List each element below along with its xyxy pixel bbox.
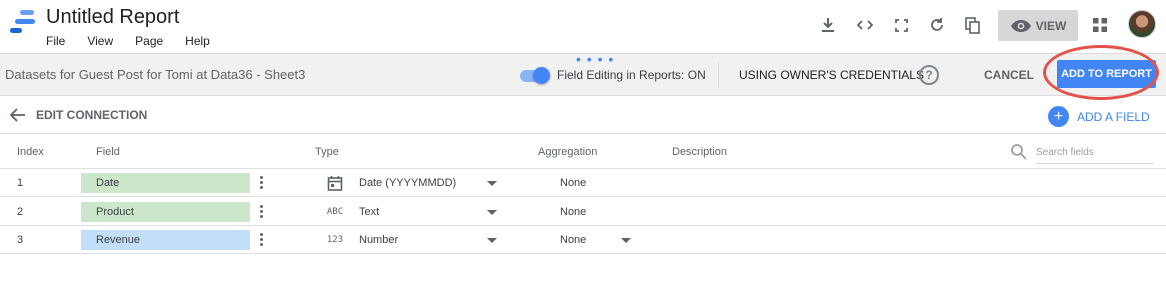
number-type-icon: 123 — [326, 235, 344, 245]
column-header-index: Index — [17, 146, 44, 158]
dropdown-caret-icon — [621, 238, 631, 243]
download-icon[interactable] — [816, 14, 840, 36]
type-select[interactable]: Number — [359, 234, 497, 246]
copy-icon[interactable] — [960, 14, 984, 36]
add-to-report-button[interactable]: ADD TO REPORT — [1057, 60, 1156, 88]
drag-handle-icon[interactable]: • • • • — [576, 52, 614, 66]
menu-page[interactable]: Page — [135, 34, 163, 48]
field-chip-dimension[interactable]: Product — [81, 202, 250, 222]
field-editing-toggle[interactable] — [518, 66, 550, 84]
view-button-label: VIEW — [1035, 18, 1067, 33]
credentials-button[interactable]: USING OWNER'S CREDENTIALS — [739, 68, 924, 82]
type-select[interactable]: Date (YYYYMMDD) — [359, 177, 497, 189]
add-field-label: ADD A FIELD — [1077, 109, 1150, 124]
add-field-button[interactable]: + ADD A FIELD — [1048, 106, 1150, 127]
fullscreen-icon[interactable] — [889, 14, 913, 36]
divider — [718, 62, 719, 88]
dataset-name[interactable]: Datasets for Guest Post for Tomi at Data… — [5, 67, 305, 82]
data-studio-app: Untitled Report File View Page Help VIEW — [0, 0, 1166, 295]
eye-icon — [1010, 19, 1031, 32]
embed-code-icon[interactable] — [853, 14, 877, 36]
search-icon — [1011, 144, 1027, 160]
search-fields-input[interactable] — [1036, 142, 1154, 164]
table-row: 1 Date Date (YYYYMMDD) None — [0, 169, 1166, 197]
back-arrow-icon[interactable] — [9, 106, 27, 124]
report-title[interactable]: Untitled Report — [46, 6, 179, 29]
aggregation-value: None — [560, 177, 587, 189]
fields-table-header: Index Field Type Aggregation Description — [0, 135, 1166, 169]
dropdown-caret-icon — [487, 181, 497, 186]
more-options-icon[interactable] — [256, 175, 266, 191]
refresh-icon[interactable] — [925, 14, 949, 36]
field-chip-dimension[interactable]: Date — [81, 173, 250, 193]
dataset-bar: • • • • Datasets for Guest Post for Tomi… — [0, 52, 1166, 96]
aggregation-value: None — [560, 234, 587, 246]
edit-connection-row: EDIT CONNECTION + ADD A FIELD — [0, 97, 1166, 134]
help-icon[interactable]: ? — [919, 65, 939, 85]
type-select-value: Text — [359, 206, 380, 218]
calendar-icon — [325, 174, 345, 192]
type-select[interactable]: Text — [359, 206, 497, 218]
edit-connection-label[interactable]: EDIT CONNECTION — [36, 108, 147, 122]
field-chip-metric[interactable]: Revenue — [81, 230, 250, 250]
column-header-field: Field — [96, 146, 120, 158]
aggregation-select[interactable]: None — [560, 234, 631, 246]
menu-help[interactable]: Help — [185, 34, 210, 48]
top-bar: Untitled Report File View Page Help VIEW — [0, 0, 1166, 54]
menu-view[interactable]: View — [87, 34, 113, 48]
column-header-aggregation: Aggregation — [538, 146, 598, 158]
data-studio-logo — [10, 10, 38, 36]
column-header-description: Description — [672, 146, 728, 158]
row-index: 1 — [17, 177, 24, 189]
more-options-icon[interactable] — [256, 232, 266, 248]
menu-bar: File View Page Help — [46, 34, 232, 48]
text-type-icon: ABC — [326, 207, 344, 217]
aggregation-value: None — [560, 206, 587, 218]
view-button[interactable]: VIEW — [998, 10, 1078, 41]
apps-grid-icon[interactable] — [1088, 14, 1112, 36]
type-select-value: Date (YYYYMMDD) — [359, 177, 457, 189]
dropdown-caret-icon — [487, 238, 497, 243]
dropdown-caret-icon — [487, 210, 497, 215]
table-row: 2 Product ABC Text None — [0, 198, 1166, 226]
menu-file[interactable]: File — [46, 34, 65, 48]
field-editing-label: Field Editing in Reports: ON — [557, 68, 706, 82]
type-select-value: Number — [359, 234, 399, 246]
plus-icon: + — [1048, 106, 1069, 127]
table-row: 3 Revenue 123 Number None — [0, 226, 1166, 254]
column-header-type: Type — [315, 146, 339, 158]
cancel-button[interactable]: CANCEL — [984, 68, 1034, 82]
row-index: 3 — [17, 234, 24, 246]
avatar[interactable] — [1128, 10, 1156, 38]
row-index: 2 — [17, 206, 24, 218]
more-options-icon[interactable] — [256, 204, 266, 220]
